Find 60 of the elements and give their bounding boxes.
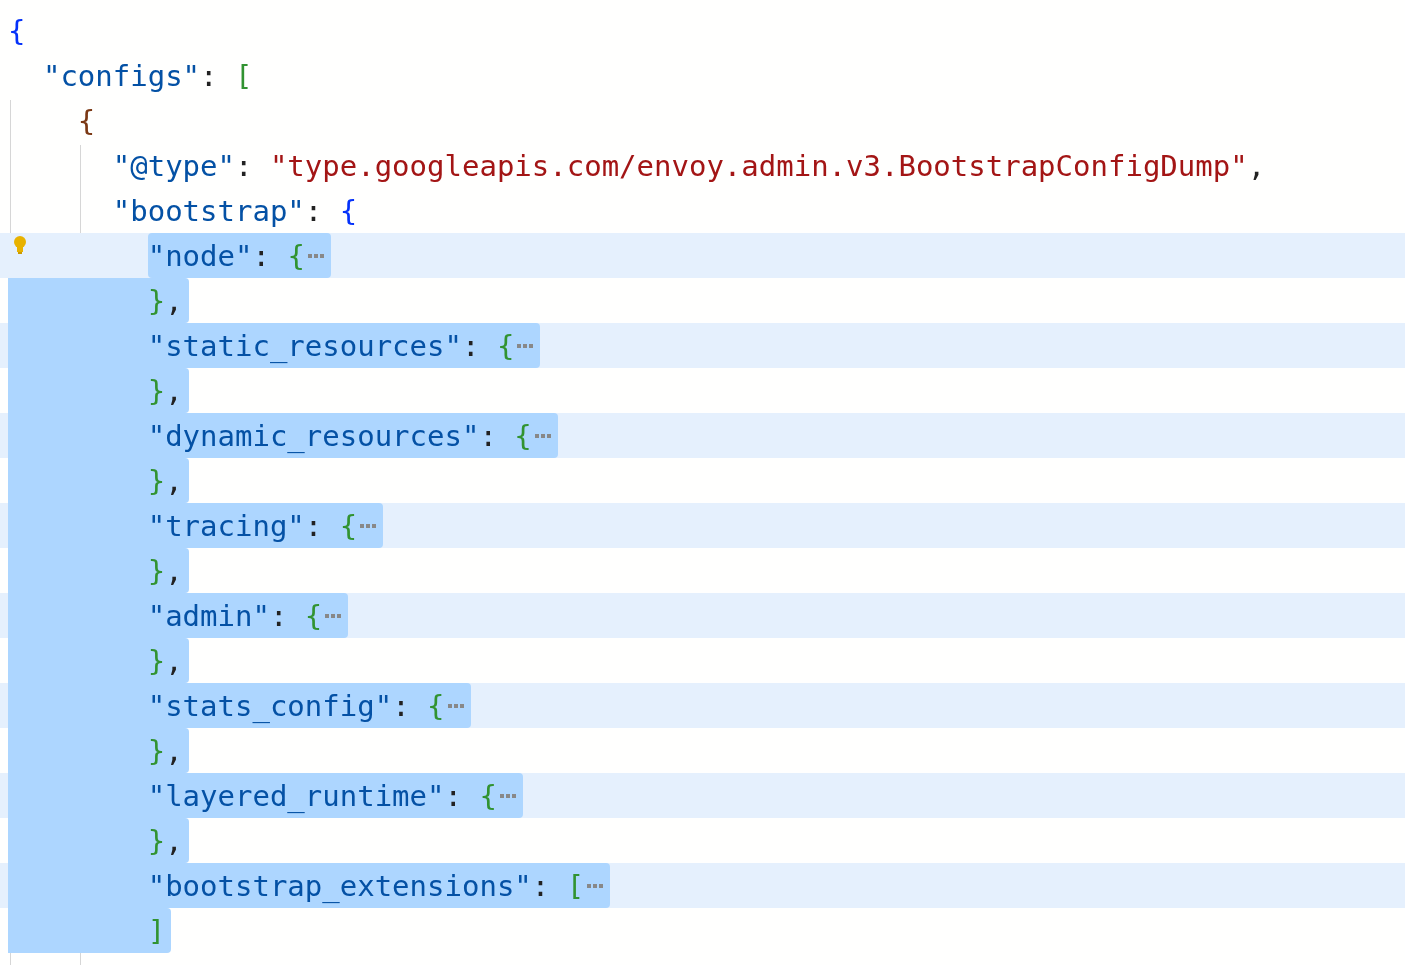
punctuation: , [1247,148,1266,183]
folded-ellipsis-icon[interactable] [516,341,535,350]
punctuation: , [165,553,183,588]
property-key: "configs" [42,58,201,93]
punctuation: : [252,238,271,273]
bracket: { [514,418,532,453]
property-key: "@type" [112,148,235,183]
folded-ellipsis-icon[interactable] [324,611,343,620]
property-key: "static_resources" [147,328,462,363]
bracket: [ [566,868,585,903]
bracket: } [147,733,166,768]
property-key: "admin" [147,598,270,633]
bracket: } [147,823,166,858]
bracket: } [147,553,166,588]
folded-ellipsis-icon[interactable] [533,431,552,440]
bracket: { [339,193,358,228]
folded-ellipsis-icon[interactable] [446,701,465,710]
punctuation: : [200,58,219,93]
bracket: { [339,508,358,543]
punctuation: , [165,373,183,408]
property-key: "layered_runtime" [147,778,445,813]
punctuation: : [444,778,463,813]
punctuation: : [235,148,254,183]
property-key: "bootstrap" [112,193,305,228]
punctuation: : [304,508,324,543]
punctuation: : [531,868,551,903]
punctuation: : [461,328,481,363]
punctuation: : [304,193,324,228]
bracket: } [147,643,166,678]
bracket: [ [235,58,253,93]
string-value: "type.googleapis.com/envoy.admin.v3.BootstrapConfigDump" [269,148,1248,183]
bracket: { [77,103,96,138]
folded-ellipsis-icon[interactable] [586,881,605,890]
punctuation: : [479,418,498,453]
property-key: "node" [147,238,253,273]
punctuation: , [165,823,183,858]
punctuation: , [165,733,183,768]
folded-ellipsis-icon[interactable] [359,521,378,530]
punctuation: , [165,643,183,678]
property-key: "bootstrap_extensions" [147,868,532,903]
punctuation: : [392,688,411,723]
bracket: } [147,463,166,498]
punctuation: , [165,283,183,318]
property-key: "tracing" [147,508,305,543]
property-key: "stats_config" [147,688,393,723]
lightbulb-icon[interactable] [13,235,27,255]
punctuation: : [269,598,289,633]
bracket: } [147,283,166,318]
bracket: } [147,373,166,408]
bracket: { [427,688,445,723]
bracket: { [8,13,26,48]
bracket: { [304,598,323,633]
bracket: { [479,778,497,813]
punctuation: , [165,463,183,498]
bracket: { [496,328,515,363]
property-key: "dynamic_resources" [147,418,480,453]
bracket: ] [147,913,166,948]
folded-ellipsis-icon[interactable] [306,251,325,260]
folded-ellipsis-icon[interactable] [498,791,517,800]
bracket: { [287,238,305,273]
